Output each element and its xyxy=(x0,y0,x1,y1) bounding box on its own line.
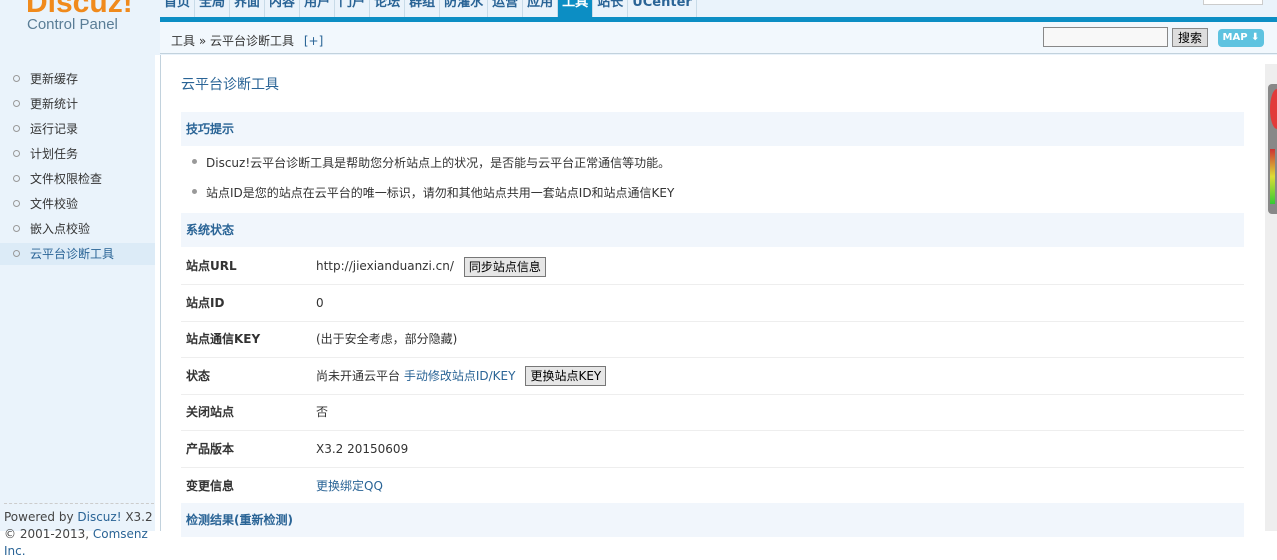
footer-copyright: © 2001-2013, xyxy=(4,527,93,541)
bullet-icon xyxy=(13,250,20,257)
nav-item[interactable]: 用户 xyxy=(300,0,336,17)
nav-item[interactable]: 首页 xyxy=(160,0,196,17)
search-input[interactable] xyxy=(1043,27,1168,47)
sidebar: 更新缓存更新统计运行记录计划任务文件权限检查 文件校验嵌入点校验云平台诊断工具 P… xyxy=(0,55,160,558)
sidebar-item-label: 文件权限检查 xyxy=(30,172,103,186)
sidebar-item-label: 运行记录 xyxy=(30,122,79,136)
breadcrumb: 工具 » 云平台诊断工具 [+] xyxy=(171,32,323,49)
nav-item[interactable]: 门户 xyxy=(335,0,371,17)
nav-item[interactable]: 全局 xyxy=(195,0,231,17)
bullet-icon xyxy=(13,225,20,232)
row-label: 关闭站点 xyxy=(186,405,235,420)
sidebar-item[interactable]: 运行记录 xyxy=(0,118,155,140)
nav-item[interactable]: 应用 xyxy=(523,0,559,17)
footer-version: X3.2 xyxy=(121,510,153,524)
nav-item[interactable]: 防灌水 xyxy=(440,0,489,17)
sidebar-item[interactable]: 嵌入点校验 xyxy=(0,218,155,240)
status-row: 关闭站点 否 xyxy=(181,394,1244,432)
sidebar-item[interactable]: 文件权限检查 xyxy=(0,168,155,190)
nav-item[interactable]: UCenter xyxy=(628,0,697,17)
status-header: 系统状态 xyxy=(181,213,1244,247)
row-link[interactable]: 手动修改站点ID/KEY xyxy=(404,369,516,383)
search-button[interactable]: 搜索 xyxy=(1172,28,1208,47)
side-widget[interactable] xyxy=(1268,84,1277,214)
bullet-icon xyxy=(13,125,20,132)
status-row: 产品版本 X3.2 20150609 xyxy=(181,431,1244,468)
bullet-icon xyxy=(13,75,20,82)
footer-text: Powered by xyxy=(4,510,78,524)
row-button[interactable]: 同步站点信息 xyxy=(463,256,546,277)
row-label: 站点URL xyxy=(186,259,237,273)
row-value: 0 xyxy=(316,295,324,310)
sidebar-item[interactable]: 文件校验 xyxy=(0,193,155,215)
result-header[interactable]: 检测结果(重新检测) xyxy=(181,503,1244,537)
nav-item[interactable]: 群组 xyxy=(405,0,441,17)
top-header: Discuz! Control Panel 首页 全局 界面 内容 用户 门户 论坛 群组 防灌… xyxy=(0,0,1277,55)
breadcrumb-current: 云平台诊断工具 xyxy=(210,34,295,48)
bullet-icon xyxy=(13,175,20,182)
bullet-icon xyxy=(13,100,20,107)
tip-item: 站点ID是您的站点在云平台的唯一标识，请勿和其他站点共用一套站点ID和站点通信K… xyxy=(191,186,675,200)
sidebar-item-label: 计划任务 xyxy=(30,147,79,161)
sidebar-item-label: 云平台诊断工具 xyxy=(30,247,115,261)
status-row: 状态 尚未开通云平台 手动修改站点ID/KEY 更换站点KEY xyxy=(181,358,1244,395)
status-row: 变更信息 更换绑定QQ xyxy=(181,468,1244,505)
status-row: 站点URL http://jiexianduanzi.cn/同步站点信息 xyxy=(181,248,1244,285)
sidebar-item[interactable]: 更新缓存 xyxy=(0,68,155,90)
status-row: 站点ID 0 xyxy=(181,285,1244,322)
logo-subtitle: Control Panel xyxy=(27,16,118,33)
row-value: http://jiexianduanzi.cn/ xyxy=(316,259,454,273)
sidebar-item-label: 文件校验 xyxy=(30,197,79,211)
row-label: 站点ID xyxy=(186,295,225,310)
sidebar-item[interactable]: 更新统计 xyxy=(0,93,155,115)
row-label: 状态 xyxy=(186,368,211,383)
breadcrumb-root[interactable]: 工具 xyxy=(171,34,195,48)
sidebar-item[interactable]: 计划任务 xyxy=(0,143,155,165)
row-link[interactable]: 更换绑定QQ xyxy=(316,479,383,493)
row-value: 否 xyxy=(316,405,329,420)
main-content: 云平台诊断工具 技巧提示 Discuz!云平台诊断工具是帮助您分析站点上的状况，… xyxy=(160,55,1265,537)
sidebar-item-label: 嵌入点校验 xyxy=(30,222,91,236)
footer: Powered by Discuz! X3.2 © 2001-2013, Com… xyxy=(4,503,154,560)
bullet-icon xyxy=(13,150,20,157)
tip-item: Discuz!云平台诊断工具是帮助您分析站点上的状况，是否能与云平台正常通信等功… xyxy=(191,156,671,170)
row-button[interactable]: 更换站点KEY xyxy=(525,366,607,387)
row-value: X3.2 20150609 xyxy=(316,442,409,456)
map-button[interactable]: MAP ⬇ xyxy=(1218,29,1264,47)
nav-item[interactable]: 站长 xyxy=(593,0,629,17)
sidebar-item-label: 更新缓存 xyxy=(30,72,79,86)
nav-item[interactable]: 运营 xyxy=(488,0,524,17)
sidebar-item-label: 更新统计 xyxy=(30,97,79,111)
status-row: 站点通信KEY (出于安全考虑，部分隐藏) xyxy=(181,321,1244,359)
breadcrumb-bar: 工具 » 云平台诊断工具 [+] 搜索 MAP ⬇ xyxy=(160,22,1277,54)
nav-item[interactable]: 论坛 xyxy=(370,0,406,17)
nav-item[interactable]: 内容 xyxy=(265,0,301,17)
breadcrumb-sep: » xyxy=(198,34,207,48)
sidebar-item[interactable]: 云平台诊断工具 xyxy=(0,243,155,265)
row-label: 产品版本 xyxy=(186,442,235,456)
bullet-icon xyxy=(13,200,20,207)
row-label: 变更信息 xyxy=(186,478,235,493)
top-input[interactable] xyxy=(1203,0,1263,5)
page-title: 云平台诊断工具 xyxy=(181,77,279,93)
add-shortcut-link[interactable]: [+] xyxy=(304,34,323,48)
discuz-link[interactable]: Discuz! xyxy=(77,510,121,524)
row-label: 站点通信KEY xyxy=(186,332,261,347)
row-value: 尚未开通云平台 xyxy=(316,368,401,383)
nav-item[interactable]: 界面 xyxy=(230,0,266,17)
top-nav: 首页 全局 界面 内容 用户 门户 论坛 群组 防灌水 运营 应用 工具 站长 UCenter xyxy=(160,0,697,17)
nav-item[interactable]: 工具 xyxy=(558,0,594,17)
row-value: (出于安全考虑，部分隐藏) xyxy=(316,332,458,347)
tips-header: 技巧提示 xyxy=(181,112,1244,146)
